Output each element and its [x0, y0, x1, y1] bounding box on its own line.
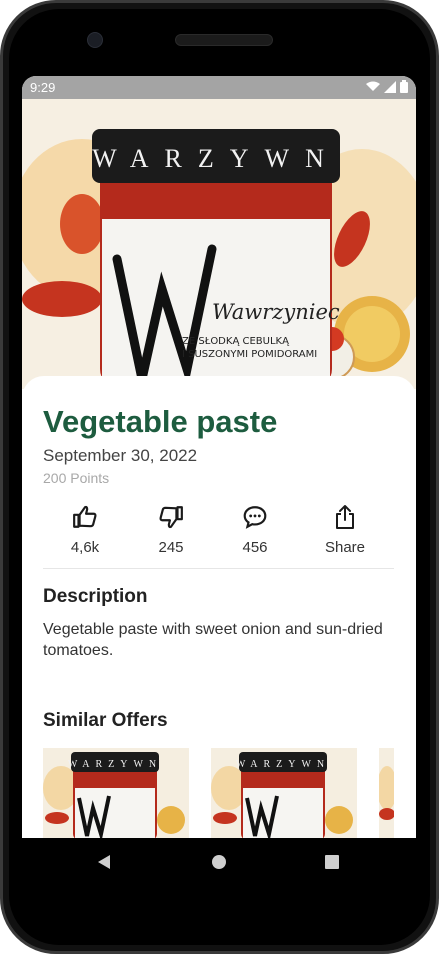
signal-icon	[384, 80, 396, 93]
dislike-button[interactable]: 245	[131, 504, 211, 556]
battery-icon	[400, 80, 408, 93]
thumbs-down-icon	[159, 506, 183, 529]
similar-offers-carousel[interactable]: WARZYWN WARZYWN	[43, 748, 394, 838]
action-row: 4,6k 245 456 Share	[43, 504, 394, 558]
description-heading: Description	[43, 586, 148, 607]
product-image: WARZYWN Wawrzyniec ZE SŁODKĄ CEBULKĄ I S…	[22, 99, 416, 389]
nav-recents-button[interactable]	[308, 838, 356, 886]
comment-count: 456	[242, 539, 268, 556]
front-camera	[87, 32, 103, 48]
thumbs-up-icon	[73, 505, 97, 528]
similar-offer-image	[379, 748, 394, 838]
similar-offer-card[interactable]	[379, 748, 394, 838]
similar-offers-heading: Similar Offers	[43, 710, 168, 731]
nav-back-button[interactable]	[80, 838, 128, 886]
android-nav-bar	[22, 838, 416, 886]
details-card: Vegetable paste September 30, 2022 200 P…	[22, 376, 416, 838]
similar-offer-image: WARZYWN	[43, 748, 189, 838]
jar-illustration: WARZYWN Wawrzyniec ZE SŁODKĄ CEBULKĄ I S…	[22, 99, 416, 389]
like-button[interactable]: 4,6k	[45, 504, 125, 556]
divider	[43, 568, 394, 569]
jar-label-line2: I SUSZONYMI POMIDORAMI	[182, 349, 317, 360]
share-label: Share	[324, 539, 366, 556]
thumb-brand-text: WARZYWN	[236, 759, 330, 770]
similar-offer-image: WARZYWN	[211, 748, 357, 838]
dislike-count: 245	[158, 539, 184, 556]
comment-icon	[243, 506, 267, 529]
product-points: 200 Points	[43, 470, 110, 486]
nav-home-button[interactable]	[195, 838, 243, 886]
jar-script-text: Wawrzyniec	[212, 300, 340, 324]
like-count: 4,6k	[70, 539, 100, 556]
status-icons	[366, 80, 408, 93]
comments-button[interactable]: 456	[215, 504, 295, 556]
status-time: 9:29	[30, 80, 56, 95]
app-screen: 9:29 WARZYWN Wawrzyniec ZE SŁODKĄ CEBULK…	[22, 76, 416, 838]
similar-offer-card[interactable]: WARZYWN	[43, 748, 189, 838]
share-button[interactable]: Share	[305, 504, 385, 556]
product-date: September 30, 2022	[43, 446, 198, 465]
status-bar: 9:29	[22, 76, 416, 99]
similar-offer-card[interactable]: WARZYWN	[211, 748, 357, 838]
description-text: Vegetable paste with sweet onion and sun…	[43, 621, 383, 659]
thumb-brand-text: WARZYWN	[68, 759, 162, 770]
home-circle-icon	[212, 855, 226, 869]
back-triangle-icon	[98, 855, 110, 869]
earpiece-speaker	[175, 34, 273, 46]
wifi-icon	[366, 81, 380, 91]
product-title: Vegetable paste	[43, 404, 278, 439]
jar-brand-text: WARZYWN	[92, 144, 340, 173]
share-icon	[336, 505, 354, 529]
recents-square-icon	[325, 855, 339, 869]
jar-label-line1: ZE SŁODKĄ CEBULKĄ	[182, 336, 290, 347]
